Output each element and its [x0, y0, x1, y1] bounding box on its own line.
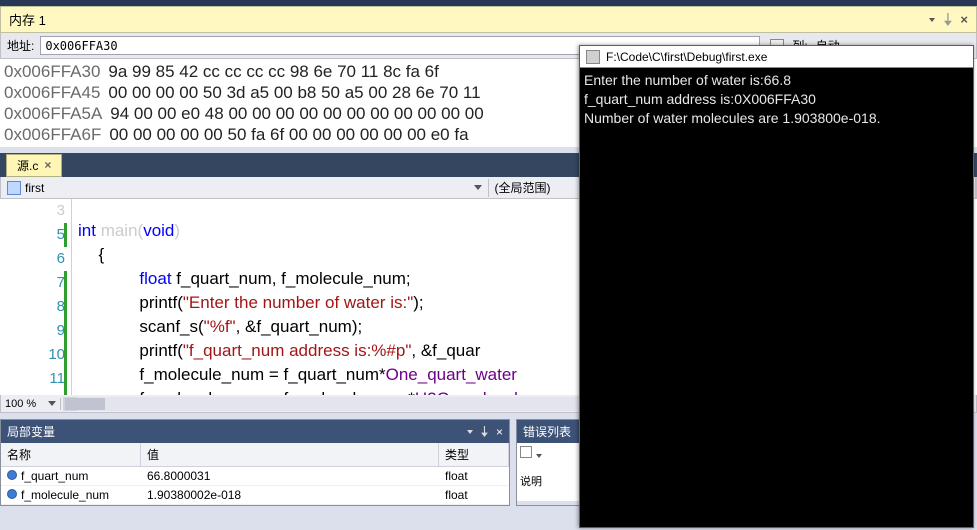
- error-list-title: 错误列表: [523, 423, 571, 440]
- chevron-down-icon: [474, 185, 482, 190]
- tab-close-icon[interactable]: ×: [44, 158, 51, 172]
- filter-icon[interactable]: [520, 446, 532, 458]
- console-title-bar[interactable]: F:\Code\C\first\Debug\first.exe: [580, 46, 973, 68]
- col-name[interactable]: 名称: [1, 443, 141, 466]
- col-value[interactable]: 值: [141, 443, 439, 466]
- zoom-combo[interactable]: 100 %: [1, 398, 61, 410]
- app-icon: [586, 50, 600, 64]
- console-title: F:\Code\C\first\Debug\first.exe: [606, 50, 767, 64]
- close-icon[interactable]: ×: [960, 12, 968, 27]
- locals-title: 局部变量: [7, 423, 55, 440]
- dropdown-icon[interactable]: [536, 454, 542, 458]
- table-row[interactable]: f_quart_num 66.8000031 float: [1, 467, 509, 486]
- console-output: Enter the number of water is:66.8 f_quar…: [580, 68, 973, 133]
- variable-icon: [7, 470, 17, 480]
- locals-panel: 局部变量 × 名称 值 类型 f_quart_num 66.8000031 fl…: [0, 419, 510, 506]
- code-area[interactable]: int main(void) { float f_quart_num, f_mo…: [72, 199, 527, 391]
- table-row[interactable]: f_molecule_num 1.90380002e-018 float: [1, 486, 509, 505]
- tab-label: 源.c: [17, 157, 38, 174]
- dropdown-icon[interactable]: [929, 18, 935, 22]
- variable-icon: [7, 489, 17, 499]
- address-label: 地址:: [7, 37, 34, 54]
- memory-panel-title: 内存 1: [9, 10, 46, 29]
- memory-panel-title-bar: 内存 1 ×: [0, 6, 977, 33]
- console-window[interactable]: F:\Code\C\first\Debug\first.exe Enter th…: [579, 45, 974, 528]
- dropdown-icon[interactable]: [467, 430, 473, 434]
- locals-panel-header: 局部变量 ×: [1, 420, 509, 443]
- scope-combo-project[interactable]: first: [1, 179, 489, 197]
- chevron-down-icon: [48, 401, 56, 406]
- error-desc-label: 说明: [520, 476, 542, 488]
- line-gutter: 3 5 6 7 8 9 10 11 12 13: [0, 199, 72, 395]
- pin-icon[interactable]: [941, 13, 954, 26]
- project-icon: [7, 181, 21, 195]
- tab-source[interactable]: 源.c ×: [6, 154, 62, 177]
- close-icon[interactable]: ×: [496, 425, 503, 439]
- col-type[interactable]: 类型: [439, 443, 509, 466]
- scrollbar-thumb[interactable]: [65, 398, 105, 410]
- locals-table: 名称 值 类型 f_quart_num 66.8000031 float f_m…: [1, 443, 509, 505]
- pin-icon[interactable]: [479, 426, 490, 437]
- locals-table-header: 名称 值 类型: [1, 443, 509, 467]
